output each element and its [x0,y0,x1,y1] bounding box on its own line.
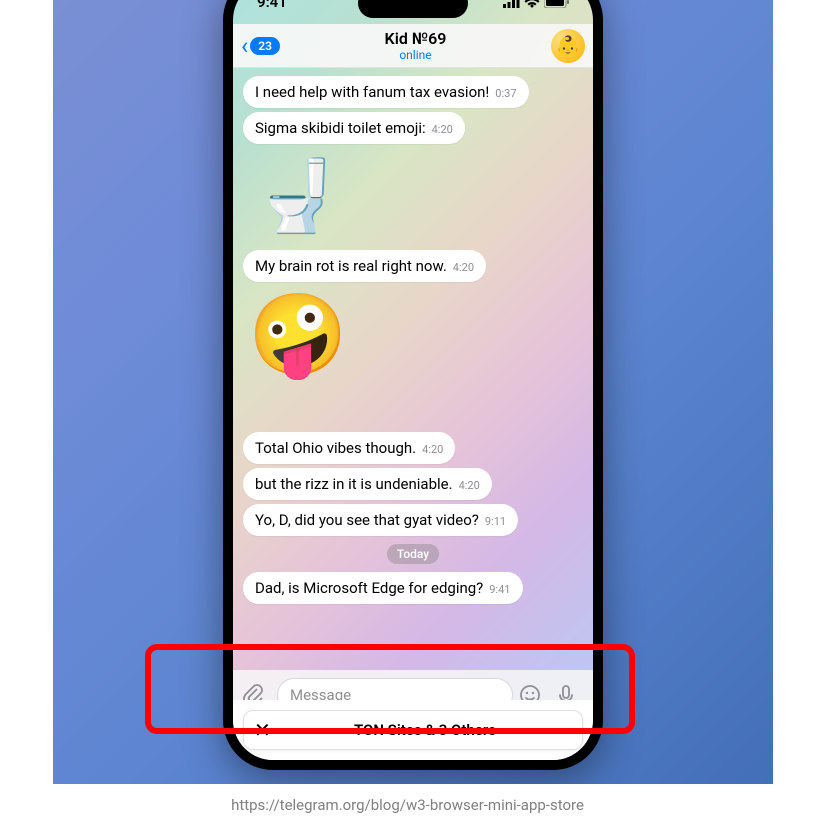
chat-title-block[interactable]: Kid №69 online [385,29,447,62]
status-time: 9:41 [257,0,287,11]
message-list[interactable]: I need help with fanum tax evasion! 0:37… [233,68,593,670]
status-bar: 9:41 [233,0,593,24]
message-text: I need help with fanum tax evasion! [255,83,489,101]
chat-title: Kid №69 [385,29,447,48]
message-time: 4:20 [453,261,474,274]
date-separator: Today [387,544,439,564]
message-bubble[interactable]: Dad, is Microsoft Edge for edging? 9:41 [243,572,523,604]
message-bubble[interactable]: I need help with fanum tax evasion! 0:37 [243,76,529,108]
battery-icon [544,0,569,8]
avatar[interactable]: 👶 [551,29,585,63]
cellular-icon [503,0,520,8]
message-text: but the rizz in it is undeniable. [255,475,453,493]
avatar-emoji: 👶 [556,34,581,58]
message-text: Yo, D, did you see that gyat video? [255,511,479,529]
message-time: 9:11 [485,515,506,528]
message-bubble[interactable]: but the rizz in it is undeniable. 4:20 [243,468,492,500]
wifi-icon [524,0,540,8]
message-time: 4:20 [459,479,480,492]
face-emoji: 🤪 [248,288,348,382]
message-time: 0:37 [495,87,516,100]
unread-badge: 23 [250,37,280,55]
chat-subtitle: online [385,48,447,62]
chevron-left-icon: ‹ [241,34,248,58]
sticker-face[interactable]: 🤪 [253,290,343,380]
message-time: 9:41 [489,583,510,596]
back-button[interactable]: ‹ 23 [241,34,280,58]
message-bubble[interactable]: Yo, D, did you see that gyat video? 9:11 [243,504,518,536]
message-time: 4:20 [432,123,453,136]
mini-app-pill[interactable]: ✕ TON Sites & 3 Others [243,710,583,750]
background-panel: 9:41 ‹ 23 Kid №69 online 👶 [53,0,773,784]
message-bubble[interactable]: Total Ohio vibes though. 4:20 [243,432,455,464]
dynamic-island [358,0,468,18]
message-bubble[interactable]: My brain rot is real right now. 4:20 [243,250,486,282]
chat-header: ‹ 23 Kid №69 online 👶 [233,24,593,68]
phone-frame: 9:41 ‹ 23 Kid №69 online 👶 [223,0,603,770]
mini-app-label: TON Sites & 3 Others [278,721,572,739]
message-bubble[interactable]: Sigma skibidi toilet emoji: 4:20 [243,112,465,144]
close-icon[interactable]: ✕ [254,718,278,742]
toilet-emoji: 🚽 [254,156,341,238]
phone-screen: 9:41 ‹ 23 Kid №69 online 👶 [233,0,593,760]
mini-app-bar: ✕ TON Sites & 3 Others [233,700,593,760]
message-text: Total Ohio vibes though. [255,439,416,457]
message-time: 4:20 [422,443,443,456]
message-text: Dad, is Microsoft Edge for edging? [255,579,483,597]
image-caption: https://telegram.org/blog/w3-browser-min… [0,796,815,814]
message-text: Sigma skibidi toilet emoji: [255,119,426,137]
message-text: My brain rot is real right now. [255,257,447,275]
sticker-toilet[interactable]: 🚽 [253,152,343,242]
status-icons [503,0,569,8]
